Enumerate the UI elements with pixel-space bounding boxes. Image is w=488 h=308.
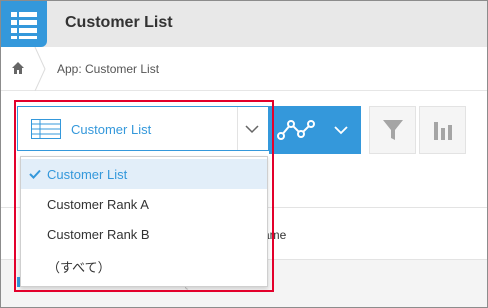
breadcrumb-app-link[interactable]: App: Customer List [57,62,159,76]
view-select-value: Customer List [71,122,152,137]
line-graph-icon [277,120,315,140]
breadcrumb-separator-icon [34,47,46,91]
view-dropdown-menu: Customer List Customer Rank A Customer R… [20,156,268,287]
breadcrumb: App: Customer List [1,47,487,91]
bar-chart-icon [434,122,452,140]
dropdown-option-customer-rank-b[interactable]: Customer Rank B [21,219,267,249]
page-title: Customer List [65,14,173,31]
chevron-down-icon[interactable] [244,123,260,135]
dropdown-option-label: Customer List [47,167,128,182]
chevron-down-icon [334,126,348,135]
select-divider [237,107,238,150]
dropdown-option-customer-list[interactable]: Customer List [21,159,267,189]
table-icon [31,119,61,139]
dropdown-option-all[interactable]: （すべて） [21,249,267,279]
app-header: Customer List [1,1,487,47]
graph-view-button[interactable] [269,106,361,154]
chart-button[interactable] [419,106,466,154]
list-app-icon[interactable] [1,1,47,47]
filter-icon [383,120,403,140]
home-icon[interactable] [11,61,25,75]
view-select[interactable]: Customer List [17,106,269,151]
app-window: Customer List App: Customer List ame Qoo… [0,0,488,308]
list-icon [11,12,37,39]
dropdown-option-label: Customer Rank B [47,227,150,242]
checkmark-icon [29,169,41,179]
dropdown-option-customer-rank-a[interactable]: Customer Rank A [21,189,267,219]
dropdown-option-label: Customer Rank A [47,197,149,212]
dropdown-option-label: （すべて） [47,260,111,275]
filter-button[interactable] [369,106,416,154]
